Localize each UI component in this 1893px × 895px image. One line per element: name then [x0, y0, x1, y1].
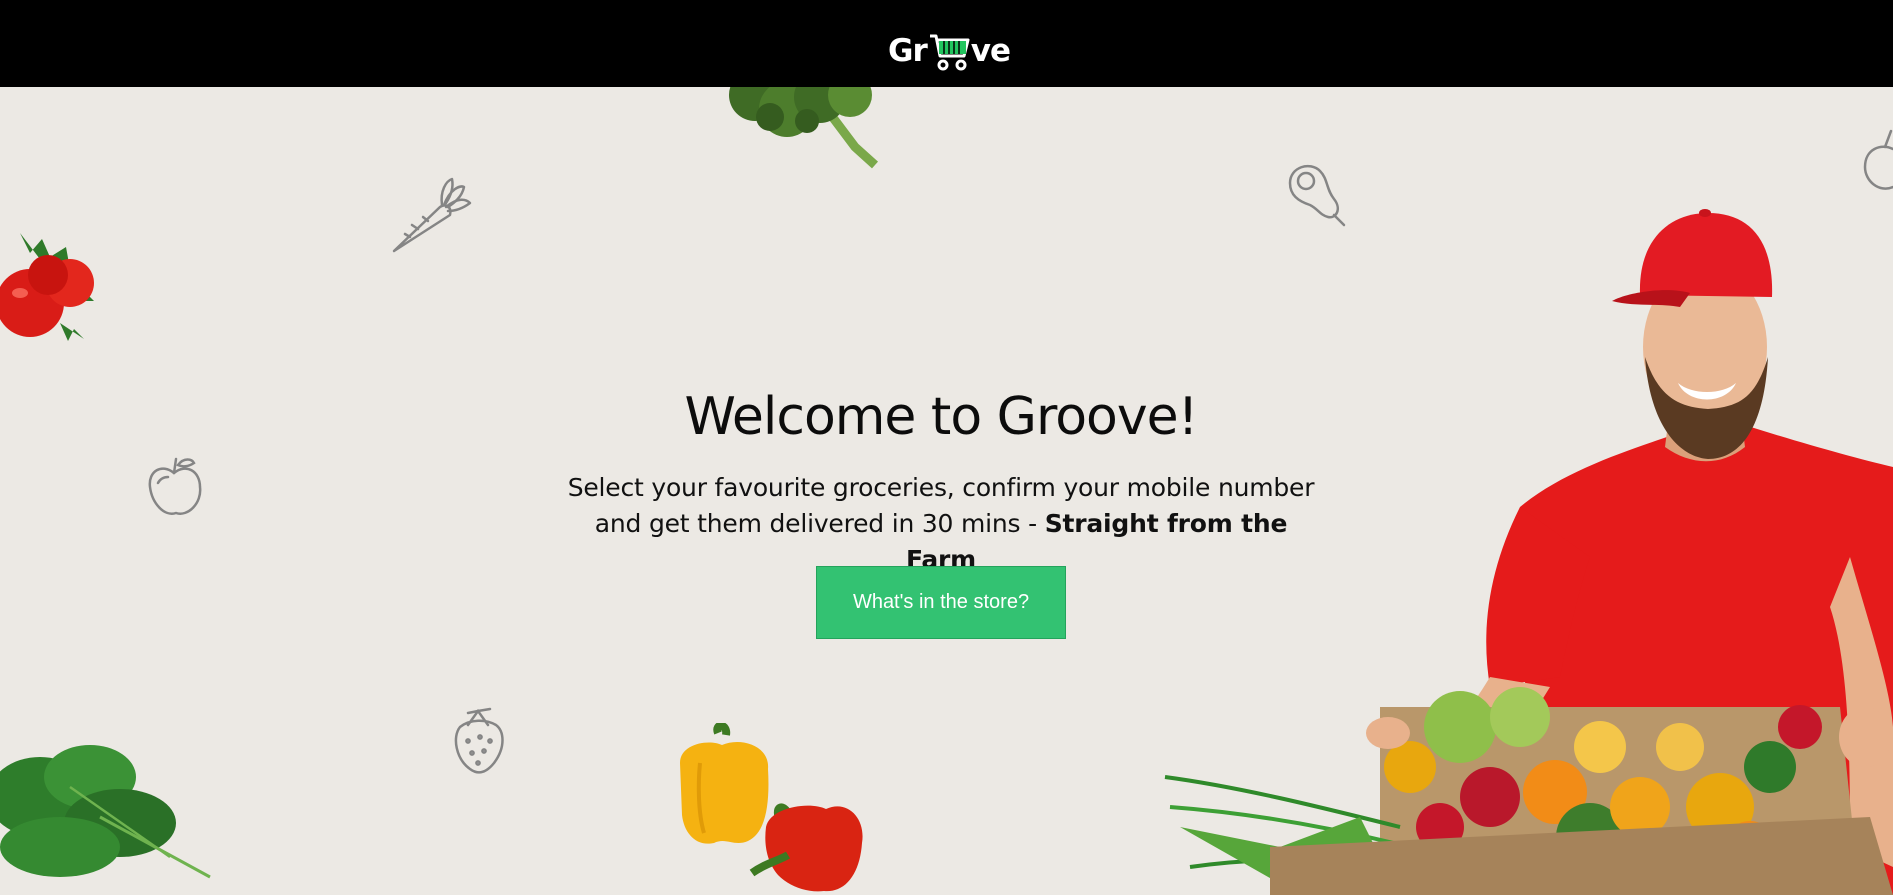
strawberry-outline-icon: [454, 707, 504, 774]
whats-in-store-button[interactable]: What's in the store?: [816, 566, 1066, 639]
carrot-outline-icon: [392, 177, 472, 253]
hero-title: Welcome to Groove!: [684, 387, 1199, 447]
broccoli-image: [729, 87, 879, 169]
hero-subtitle-line2: and get them delivered in 30 mins -: [594, 509, 1045, 538]
tomatoes-image: [0, 233, 94, 341]
shopping-cart-icon: [929, 34, 970, 71]
top-navbar: Gr ve: [0, 0, 1893, 87]
logo-text-prefix: Gr: [888, 33, 928, 69]
apple-outline-icon: [1863, 129, 1893, 190]
hero-section: Welcome to Groove! Select your favourite…: [0, 87, 1893, 895]
logo-text-suffix: ve: [970, 33, 1011, 69]
hero-subtitle: Select your favourite groceries, confirm…: [560, 470, 1322, 578]
spinach-image: [0, 745, 211, 879]
bell-peppers-image: [680, 723, 863, 892]
hero-subtitle-line1: Select your favourite groceries, confirm…: [567, 473, 1315, 502]
groove-logo[interactable]: Gr ve: [888, 27, 1011, 75]
apple-outline-icon: [148, 457, 202, 515]
